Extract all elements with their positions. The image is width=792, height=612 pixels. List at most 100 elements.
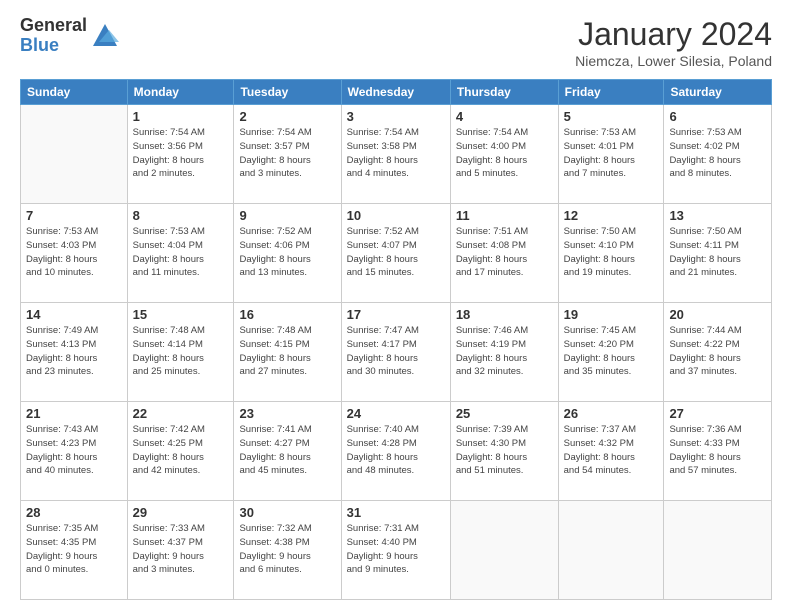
calendar-cell bbox=[664, 501, 772, 600]
day-number: 20 bbox=[669, 307, 766, 322]
day-number: 23 bbox=[239, 406, 335, 421]
day-number: 19 bbox=[564, 307, 659, 322]
calendar-cell: 9 Sunrise: 7:52 AM Sunset: 4:06 PM Daylig… bbox=[234, 204, 341, 303]
day-number: 6 bbox=[669, 109, 766, 124]
day-info: Sunrise: 7:31 AM Sunset: 4:40 PM Dayligh… bbox=[347, 522, 445, 577]
logo-icon bbox=[91, 22, 119, 50]
calendar-cell bbox=[21, 105, 128, 204]
day-info: Sunrise: 7:52 AM Sunset: 4:06 PM Dayligh… bbox=[239, 225, 335, 280]
calendar-cell: 10Sunrise: 7:52 AM Sunset: 4:07 PM Dayli… bbox=[341, 204, 450, 303]
day-of-week-thursday: Thursday bbox=[450, 80, 558, 105]
day-info: Sunrise: 7:51 AM Sunset: 4:08 PM Dayligh… bbox=[456, 225, 553, 280]
calendar-cell: 17Sunrise: 7:47 AM Sunset: 4:17 PM Dayli… bbox=[341, 303, 450, 402]
day-info: Sunrise: 7:42 AM Sunset: 4:25 PM Dayligh… bbox=[133, 423, 229, 478]
calendar-cell: 21 Sunrise: 7:43 AM Sunset: 4:23 PM Dayli… bbox=[21, 402, 128, 501]
calendar-cell: 12Sunrise: 7:50 AM Sunset: 4:10 PM Dayli… bbox=[558, 204, 664, 303]
day-info: Sunrise: 7:36 AM Sunset: 4:33 PM Dayligh… bbox=[669, 423, 766, 478]
day-number: 16 bbox=[239, 307, 335, 322]
calendar-cell: 23 Sunrise: 7:41 AM Sunset: 4:27 PM Dayli… bbox=[234, 402, 341, 501]
day-info: Sunrise: 7:33 AM Sunset: 4:37 PM Dayligh… bbox=[133, 522, 229, 577]
day-number: 11 bbox=[456, 208, 553, 223]
day-info: Sunrise: 7:53 AM Sunset: 4:01 PM Dayligh… bbox=[564, 126, 659, 181]
day-info: Sunrise: 7:49 AM Sunset: 4:13 PM Dayligh… bbox=[26, 324, 122, 379]
day-info: Sunrise: 7:32 AM Sunset: 4:38 PM Dayligh… bbox=[239, 522, 335, 577]
days-of-week-row: SundayMondayTuesdayWednesdayThursdayFrid… bbox=[21, 80, 772, 105]
header: General Blue January 2024 Niemcza, Lower… bbox=[20, 16, 772, 69]
day-info: Sunrise: 7:48 AM Sunset: 4:14 PM Dayligh… bbox=[133, 324, 229, 379]
logo-blue: Blue bbox=[20, 36, 87, 56]
day-info: Sunrise: 7:39 AM Sunset: 4:30 PM Dayligh… bbox=[456, 423, 553, 478]
day-number: 25 bbox=[456, 406, 553, 421]
day-of-week-sunday: Sunday bbox=[21, 80, 128, 105]
logo-general: General bbox=[20, 16, 87, 36]
day-number: 7 bbox=[26, 208, 122, 223]
logo-text: General Blue bbox=[20, 16, 87, 56]
calendar-cell: 29 Sunrise: 7:33 AM Sunset: 4:37 PM Dayli… bbox=[127, 501, 234, 600]
day-info: Sunrise: 7:35 AM Sunset: 4:35 PM Dayligh… bbox=[26, 522, 122, 577]
calendar-cell: 20 Sunrise: 7:44 AM Sunset: 4:22 PM Dayli… bbox=[664, 303, 772, 402]
day-of-week-friday: Friday bbox=[558, 80, 664, 105]
day-info: Sunrise: 7:44 AM Sunset: 4:22 PM Dayligh… bbox=[669, 324, 766, 379]
calendar-cell: 13Sunrise: 7:50 AM Sunset: 4:11 PM Dayli… bbox=[664, 204, 772, 303]
day-number: 2 bbox=[239, 109, 335, 124]
calendar-cell: 4Sunrise: 7:54 AM Sunset: 4:00 PM Daylig… bbox=[450, 105, 558, 204]
calendar-cell: 2 Sunrise: 7:54 AM Sunset: 3:57 PM Daylig… bbox=[234, 105, 341, 204]
calendar-cell: 8 Sunrise: 7:53 AM Sunset: 4:04 PM Daylig… bbox=[127, 204, 234, 303]
calendar-cell: 31Sunrise: 7:31 AM Sunset: 4:40 PM Dayli… bbox=[341, 501, 450, 600]
page: General Blue January 2024 Niemcza, Lower… bbox=[0, 0, 792, 612]
day-number: 1 bbox=[133, 109, 229, 124]
day-number: 10 bbox=[347, 208, 445, 223]
calendar-cell: 7 Sunrise: 7:53 AM Sunset: 4:03 PM Daylig… bbox=[21, 204, 128, 303]
calendar-body: 1 Sunrise: 7:54 AM Sunset: 3:56 PM Daylig… bbox=[21, 105, 772, 600]
calendar-cell: 3 Sunrise: 7:54 AM Sunset: 3:58 PM Daylig… bbox=[341, 105, 450, 204]
day-info: Sunrise: 7:40 AM Sunset: 4:28 PM Dayligh… bbox=[347, 423, 445, 478]
calendar-cell: 19 Sunrise: 7:45 AM Sunset: 4:20 PM Dayli… bbox=[558, 303, 664, 402]
calendar-header: SundayMondayTuesdayWednesdayThursdayFrid… bbox=[21, 80, 772, 105]
calendar-cell: 30 Sunrise: 7:32 AM Sunset: 4:38 PM Dayli… bbox=[234, 501, 341, 600]
calendar-cell: 16Sunrise: 7:48 AM Sunset: 4:15 PM Dayli… bbox=[234, 303, 341, 402]
day-info: Sunrise: 7:53 AM Sunset: 4:03 PM Dayligh… bbox=[26, 225, 122, 280]
calendar-cell: 15 Sunrise: 7:48 AM Sunset: 4:14 PM Dayli… bbox=[127, 303, 234, 402]
location-subtitle: Niemcza, Lower Silesia, Poland bbox=[575, 53, 772, 69]
week-row-2: 7 Sunrise: 7:53 AM Sunset: 4:03 PM Daylig… bbox=[21, 204, 772, 303]
week-row-3: 14Sunrise: 7:49 AM Sunset: 4:13 PM Dayli… bbox=[21, 303, 772, 402]
day-info: Sunrise: 7:54 AM Sunset: 3:58 PM Dayligh… bbox=[347, 126, 445, 181]
day-number: 9 bbox=[239, 208, 335, 223]
day-info: Sunrise: 7:43 AM Sunset: 4:23 PM Dayligh… bbox=[26, 423, 122, 478]
calendar-cell: 28 Sunrise: 7:35 AM Sunset: 4:35 PM Dayli… bbox=[21, 501, 128, 600]
title-block: January 2024 Niemcza, Lower Silesia, Pol… bbox=[575, 16, 772, 69]
day-number: 13 bbox=[669, 208, 766, 223]
calendar-cell bbox=[558, 501, 664, 600]
calendar-cell: 18Sunrise: 7:46 AM Sunset: 4:19 PM Dayli… bbox=[450, 303, 558, 402]
calendar-cell: 6 Sunrise: 7:53 AM Sunset: 4:02 PM Daylig… bbox=[664, 105, 772, 204]
day-info: Sunrise: 7:53 AM Sunset: 4:04 PM Dayligh… bbox=[133, 225, 229, 280]
day-info: Sunrise: 7:54 AM Sunset: 4:00 PM Dayligh… bbox=[456, 126, 553, 181]
day-info: Sunrise: 7:46 AM Sunset: 4:19 PM Dayligh… bbox=[456, 324, 553, 379]
day-number: 3 bbox=[347, 109, 445, 124]
day-of-week-saturday: Saturday bbox=[664, 80, 772, 105]
day-info: Sunrise: 7:54 AM Sunset: 3:57 PM Dayligh… bbox=[239, 126, 335, 181]
day-info: Sunrise: 7:54 AM Sunset: 3:56 PM Dayligh… bbox=[133, 126, 229, 181]
day-number: 15 bbox=[133, 307, 229, 322]
day-info: Sunrise: 7:53 AM Sunset: 4:02 PM Dayligh… bbox=[669, 126, 766, 181]
day-number: 28 bbox=[26, 505, 122, 520]
day-number: 26 bbox=[564, 406, 659, 421]
calendar-cell: 22 Sunrise: 7:42 AM Sunset: 4:25 PM Dayli… bbox=[127, 402, 234, 501]
day-number: 22 bbox=[133, 406, 229, 421]
calendar-cell: 1 Sunrise: 7:54 AM Sunset: 3:56 PM Daylig… bbox=[127, 105, 234, 204]
day-number: 8 bbox=[133, 208, 229, 223]
month-title: January 2024 bbox=[575, 16, 772, 53]
week-row-5: 28 Sunrise: 7:35 AM Sunset: 4:35 PM Dayli… bbox=[21, 501, 772, 600]
day-number: 12 bbox=[564, 208, 659, 223]
day-number: 29 bbox=[133, 505, 229, 520]
calendar-cell: 25 Sunrise: 7:39 AM Sunset: 4:30 PM Dayli… bbox=[450, 402, 558, 501]
calendar-cell: 14Sunrise: 7:49 AM Sunset: 4:13 PM Dayli… bbox=[21, 303, 128, 402]
day-number: 24 bbox=[347, 406, 445, 421]
day-number: 5 bbox=[564, 109, 659, 124]
logo: General Blue bbox=[20, 16, 119, 56]
day-info: Sunrise: 7:41 AM Sunset: 4:27 PM Dayligh… bbox=[239, 423, 335, 478]
day-number: 30 bbox=[239, 505, 335, 520]
calendar-cell: 26Sunrise: 7:37 AM Sunset: 4:32 PM Dayli… bbox=[558, 402, 664, 501]
day-number: 21 bbox=[26, 406, 122, 421]
day-info: Sunrise: 7:45 AM Sunset: 4:20 PM Dayligh… bbox=[564, 324, 659, 379]
